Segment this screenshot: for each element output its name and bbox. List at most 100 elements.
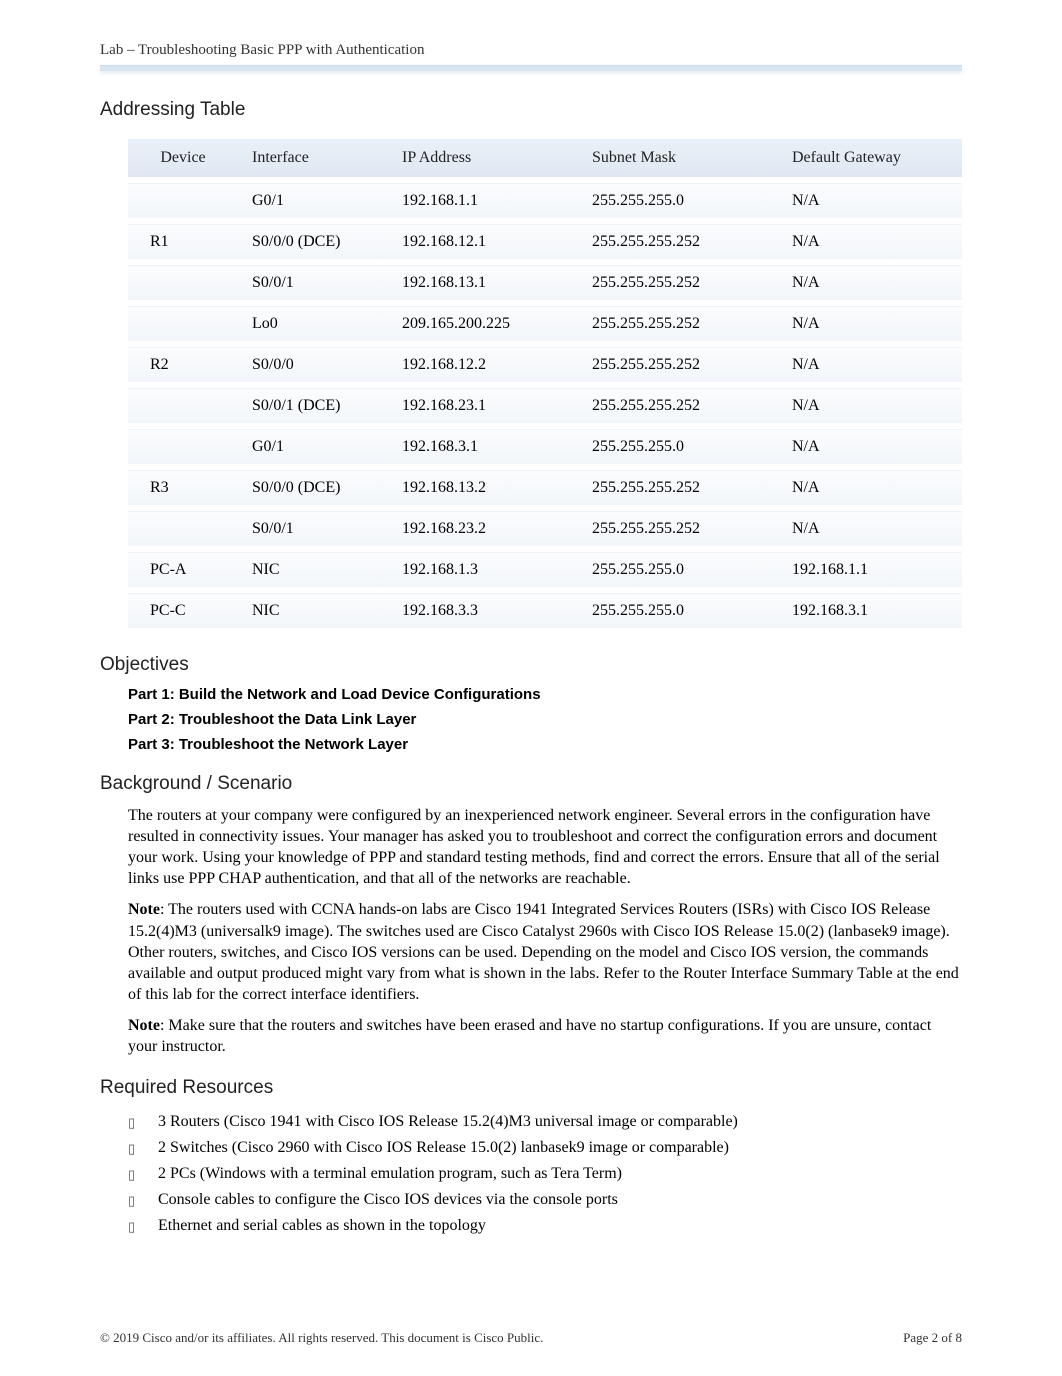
cell-mask: 255.255.255.0	[578, 552, 778, 587]
th-ip: IP Address	[388, 139, 578, 177]
cell-gw: N/A	[778, 511, 962, 546]
table-row: PC-C NIC 192.168.3.3 255.255.255.0 192.1…	[128, 593, 962, 628]
background-paragraph-1: The routers at your company were configu…	[128, 805, 962, 889]
table-row: R1 S0/0/0 (DCE) 192.168.12.1 255.255.255…	[128, 224, 962, 259]
objective-part2: Part 2: Troubleshoot the Data Link Layer	[128, 711, 962, 728]
note-label: Note	[128, 1017, 160, 1034]
bullet-icon: ▯	[128, 1191, 158, 1209]
table-header-row: Device Interface IP Address Subnet Mask …	[128, 139, 962, 177]
objective-part1: Part 1: Build the Network and Load Devic…	[128, 686, 962, 703]
table-row: G0/1 192.168.1.1 255.255.255.0 N/A	[128, 183, 962, 218]
background-note-2: Note: Make sure that the routers and swi…	[128, 1015, 962, 1057]
cell-mask: 255.255.255.0	[578, 183, 778, 218]
th-device: Device	[128, 139, 238, 177]
cell-device	[128, 429, 238, 464]
section-addressing-title: Addressing Table	[100, 99, 962, 121]
table-row: Lo0 209.165.200.225 255.255.255.252 N/A	[128, 306, 962, 341]
cell-interface: S0/0/1	[238, 511, 388, 546]
cell-gw: 192.168.3.1	[778, 593, 962, 628]
cell-interface: NIC	[238, 593, 388, 628]
cell-ip: 192.168.12.2	[388, 347, 578, 382]
cell-mask: 255.255.255.252	[578, 388, 778, 423]
table-row: G0/1 192.168.3.1 255.255.255.0 N/A	[128, 429, 962, 464]
cell-interface: S0/0/0 (DCE)	[238, 224, 388, 259]
bullet-icon: ▯	[128, 1113, 158, 1131]
note-text: : Make sure that the routers and switche…	[128, 1017, 931, 1055]
table-row: R3 S0/0/0 (DCE) 192.168.13.2 255.255.255…	[128, 470, 962, 505]
cell-device: PC-A	[128, 552, 238, 587]
table-row: S0/0/1 192.168.13.1 255.255.255.252 N/A	[128, 265, 962, 300]
cell-mask: 255.255.255.252	[578, 511, 778, 546]
note-label: Note	[128, 901, 160, 918]
cell-gw: N/A	[778, 429, 962, 464]
section-objectives-title: Objectives	[100, 654, 962, 676]
cell-mask: 255.255.255.252	[578, 306, 778, 341]
cell-gw: 192.168.1.1	[778, 552, 962, 587]
section-background-title: Background / Scenario	[100, 773, 962, 795]
cell-mask: 255.255.255.252	[578, 470, 778, 505]
cell-interface: G0/1	[238, 183, 388, 218]
resource-text: 2 PCs (Windows with a terminal emulation…	[158, 1165, 622, 1183]
cell-device	[128, 306, 238, 341]
cell-mask: 255.255.255.0	[578, 429, 778, 464]
bullet-icon: ▯	[128, 1217, 158, 1235]
header-rule	[100, 65, 962, 71]
table-row: PC-A NIC 192.168.1.3 255.255.255.0 192.1…	[128, 552, 962, 587]
resource-text: 2 Switches (Cisco 2960 with Cisco IOS Re…	[158, 1139, 729, 1157]
objective-part3: Part 3: Troubleshoot the Network Layer	[128, 736, 962, 753]
list-item: ▯2 PCs (Windows with a terminal emulatio…	[128, 1161, 962, 1187]
cell-ip: 192.168.3.3	[388, 593, 578, 628]
cell-mask: 255.255.255.252	[578, 265, 778, 300]
list-item: ▯Console cables to configure the Cisco I…	[128, 1187, 962, 1213]
cell-gw: N/A	[778, 224, 962, 259]
cell-interface: G0/1	[238, 429, 388, 464]
resource-text: Ethernet and serial cables as shown in t…	[158, 1217, 486, 1235]
cell-ip: 192.168.13.1	[388, 265, 578, 300]
table-row: R2 S0/0/0 192.168.12.2 255.255.255.252 N…	[128, 347, 962, 382]
cell-interface: S0/0/0	[238, 347, 388, 382]
cell-mask: 255.255.255.252	[578, 224, 778, 259]
bullet-icon: ▯	[128, 1139, 158, 1157]
cell-gw: N/A	[778, 347, 962, 382]
section-resources-title: Required Resources	[100, 1077, 962, 1099]
footer-copyright: © 2019 Cisco and/or its affiliates. All …	[100, 1330, 543, 1346]
cell-device	[128, 388, 238, 423]
cell-ip: 192.168.1.1	[388, 183, 578, 218]
cell-ip: 192.168.13.2	[388, 470, 578, 505]
cell-interface: NIC	[238, 552, 388, 587]
list-item: ▯3 Routers (Cisco 1941 with Cisco IOS Re…	[128, 1109, 962, 1135]
cell-ip: 192.168.3.1	[388, 429, 578, 464]
cell-mask: 255.255.255.0	[578, 593, 778, 628]
cell-device: R2	[128, 347, 238, 382]
page-footer: © 2019 Cisco and/or its affiliates. All …	[100, 1330, 962, 1346]
list-item: ▯Ethernet and serial cables as shown in …	[128, 1213, 962, 1239]
cell-gw: N/A	[778, 183, 962, 218]
footer-page-number: Page 2 of 8	[903, 1330, 962, 1346]
cell-ip: 192.168.12.1	[388, 224, 578, 259]
list-item: ▯2 Switches (Cisco 2960 with Cisco IOS R…	[128, 1135, 962, 1161]
cell-gw: N/A	[778, 388, 962, 423]
note-text: : The routers used with CCNA hands-on la…	[128, 901, 959, 1002]
cell-device	[128, 265, 238, 300]
cell-interface: S0/0/0 (DCE)	[238, 470, 388, 505]
cell-ip: 192.168.1.3	[388, 552, 578, 587]
cell-ip: 209.165.200.225	[388, 306, 578, 341]
cell-device: R1	[128, 224, 238, 259]
table-row: S0/0/1 192.168.23.2 255.255.255.252 N/A	[128, 511, 962, 546]
resource-text: 3 Routers (Cisco 1941 with Cisco IOS Rel…	[158, 1113, 738, 1131]
th-gw: Default Gateway	[778, 139, 962, 177]
cell-gw: N/A	[778, 265, 962, 300]
cell-ip: 192.168.23.2	[388, 511, 578, 546]
running-header: Lab – Troubleshooting Basic PPP with Aut…	[100, 42, 962, 59]
resources-list: ▯3 Routers (Cisco 1941 with Cisco IOS Re…	[128, 1109, 962, 1239]
background-note-1: Note: The routers used with CCNA hands-o…	[128, 899, 962, 1005]
cell-device: PC-C	[128, 593, 238, 628]
cell-gw: N/A	[778, 306, 962, 341]
cell-gw: N/A	[778, 470, 962, 505]
th-interface: Interface	[238, 139, 388, 177]
cell-device	[128, 511, 238, 546]
table-row: S0/0/1 (DCE) 192.168.23.1 255.255.255.25…	[128, 388, 962, 423]
cell-interface: Lo0	[238, 306, 388, 341]
cell-interface: S0/0/1	[238, 265, 388, 300]
resource-text: Console cables to configure the Cisco IO…	[158, 1191, 618, 1209]
